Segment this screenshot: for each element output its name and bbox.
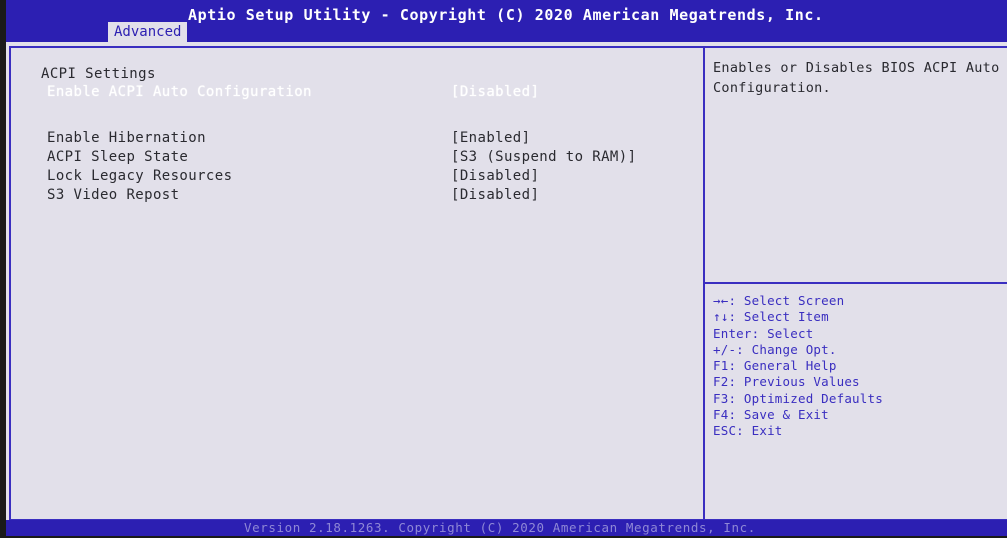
setting-enable-hibernation[interactable]: Enable Hibernation [Enabled] bbox=[11, 130, 701, 148]
version-text: Version 2.18.1263. Copyright (C) 2020 Am… bbox=[244, 520, 756, 535]
setting-value[interactable]: [Disabled] bbox=[451, 168, 539, 184]
app-title: Aptio Setup Utility - Copyright (C) 2020… bbox=[188, 6, 824, 24]
setting-label: ACPI Sleep State bbox=[47, 149, 189, 165]
setting-value[interactable]: [Disabled] bbox=[451, 84, 539, 100]
status-bar: Version 2.18.1263. Copyright (C) 2020 Am… bbox=[6, 520, 1007, 536]
help-text: Enables or Disables BIOS ACPI Auto Confi… bbox=[713, 60, 1000, 96]
key-select-screen: →←: Select Screen bbox=[713, 293, 845, 308]
setting-label: Enable Hibernation bbox=[47, 130, 206, 146]
help-divider bbox=[705, 282, 1007, 284]
setting-label: Lock Legacy Resources bbox=[47, 168, 233, 184]
key-change-option: +/-: Change Opt. bbox=[713, 341, 837, 357]
setting-label: Enable ACPI Auto Configuration bbox=[47, 84, 312, 100]
key-select-item: ↑↓: Select Item bbox=[713, 309, 829, 325]
tab-advanced[interactable]: Advanced bbox=[108, 22, 188, 42]
setting-value[interactable]: [Disabled] bbox=[451, 187, 539, 203]
setting-s3-video-repost[interactable]: S3 Video Repost [Disabled] bbox=[11, 187, 701, 205]
key-save-exit: F4: Save & Exit bbox=[713, 407, 829, 423]
main-frame: ACPI Settings Enable ACPI Auto Configura… bbox=[9, 46, 1007, 521]
key-optimized-defaults: F3: Optimized Defaults bbox=[713, 390, 883, 406]
bios-screen: Aptio Setup Utility - Copyright (C) 2020… bbox=[6, 0, 1007, 536]
key-exit: ESC: Exit bbox=[713, 423, 783, 439]
key-general-help: F1: General Help bbox=[713, 358, 837, 374]
title-bar: Aptio Setup Utility - Copyright (C) 2020… bbox=[6, 0, 1007, 42]
setting-acpi-sleep-state[interactable]: ACPI Sleep State [S3 (Suspend to RAM)] bbox=[11, 149, 701, 167]
key-previous-values: F2: Previous Values bbox=[713, 374, 860, 390]
setting-value[interactable]: [S3 (Suspend to RAM)] bbox=[451, 149, 636, 165]
key-enter-select: Enter: Select bbox=[713, 325, 814, 341]
section-title: ACPI Settings bbox=[41, 66, 156, 82]
setting-label: S3 Video Repost bbox=[47, 187, 180, 203]
setting-enable-acpi-auto-configuration[interactable]: Enable ACPI Auto Configuration [Disabled… bbox=[11, 84, 701, 102]
setting-value[interactable]: [Enabled] bbox=[451, 130, 530, 146]
setting-lock-legacy-resources[interactable]: Lock Legacy Resources [Disabled] bbox=[11, 168, 701, 186]
key-legend: →←: Select Screen ↑↓: Select Item Enter:… bbox=[713, 293, 1003, 440]
